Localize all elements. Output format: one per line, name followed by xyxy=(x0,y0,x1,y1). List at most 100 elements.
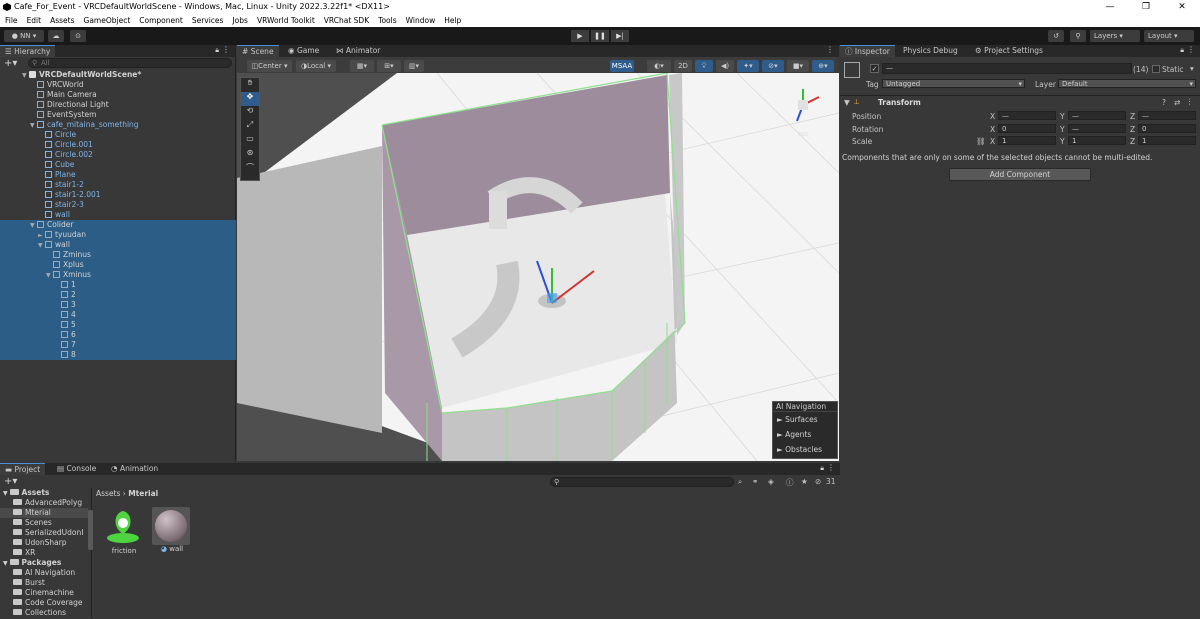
close-button[interactable]: ✕ xyxy=(1164,0,1200,14)
tab-project-settings[interactable]: ⚙ Project Settings xyxy=(970,45,1048,57)
hierarchy-row[interactable]: ▼ Xminus xyxy=(0,270,236,280)
static-dropdown-icon[interactable]: ▾ xyxy=(1190,64,1194,73)
hierarchy-row[interactable]: Xplus xyxy=(0,260,236,270)
search-by-type-icon[interactable]: ⌕ xyxy=(738,477,742,487)
menu-vrworld-toolkit[interactable]: VRWorld Toolkit xyxy=(257,14,315,27)
menu-tools[interactable]: Tools xyxy=(378,14,396,27)
hierarchy-search-input[interactable]: ⚲ All xyxy=(28,58,232,68)
project-tree-item[interactable]: SerializedUdonI xyxy=(0,528,88,538)
create-asset-button[interactable]: +▾ xyxy=(4,476,17,487)
hierarchy-row[interactable]: ▼ VRCDefaultWorldScene* xyxy=(0,70,236,80)
camera-settings-icon[interactable]: ■▾ xyxy=(787,60,809,72)
collab-icon[interactable]: ⊙ xyxy=(70,30,86,42)
project-tree-item[interactable]: ▼ Assets xyxy=(0,488,88,498)
add-object-button[interactable]: +▾ xyxy=(4,58,17,69)
hierarchy-row[interactable]: 4 xyxy=(0,310,236,320)
menu-gameobject[interactable]: GameObject xyxy=(84,14,131,27)
scale-tool-icon[interactable]: ⤢ xyxy=(241,120,259,134)
account-dropdown[interactable]: ● NN ▾ xyxy=(4,30,44,42)
ai-nav-surfaces[interactable]: ► Surfaces xyxy=(773,412,837,427)
active-checkbox[interactable]: ✓ xyxy=(870,64,879,73)
hand-tool-icon[interactable]: ✋︎ xyxy=(241,78,259,92)
foldout-arrow-icon[interactable]: ▼ xyxy=(3,560,10,567)
static-checkbox[interactable] xyxy=(1152,65,1160,73)
project-tree-item[interactable]: UdonSharp xyxy=(0,538,88,548)
menu-edit[interactable]: Edit xyxy=(27,14,42,27)
hierarchy-row[interactable]: Directional Light xyxy=(0,100,236,110)
object-name-field[interactable]: — xyxy=(882,63,1132,74)
audio-toggle-icon[interactable]: ◀) xyxy=(716,60,734,72)
gizmos-toggle-icon[interactable]: ⊕▾ xyxy=(812,60,834,72)
tab-project[interactable]: ▬ Project xyxy=(0,463,46,475)
increment-snap-button[interactable]: ⊞▾ xyxy=(377,60,401,72)
hierarchy-row[interactable]: Plane xyxy=(0,170,236,180)
tag-dropdown[interactable]: Untagged ▾ xyxy=(882,79,1025,88)
hierarchy-row[interactable]: 3 xyxy=(0,300,236,310)
hierarchy-row[interactable]: EventSystem xyxy=(0,110,236,120)
warning-filter-icon[interactable]: ⓘ xyxy=(786,477,794,488)
menu-assets[interactable]: Assets xyxy=(50,14,74,27)
hierarchy-row[interactable]: ► tyuudan xyxy=(0,230,236,240)
lock-icon[interactable]: 🔒︎ xyxy=(215,46,219,55)
snap-settings-button[interactable]: ▥▾ xyxy=(404,60,424,72)
foldout-arrow-icon[interactable]: ▼ xyxy=(844,98,850,107)
hierarchy-row[interactable]: ▼ cafe_mitaina_something xyxy=(0,120,236,130)
hierarchy-row[interactable]: 6 xyxy=(0,330,236,340)
hidden-count-icon[interactable]: ⊘ xyxy=(815,477,821,486)
project-tree-item[interactable]: Code Coverage xyxy=(0,598,88,608)
lighting-toggle-icon[interactable]: 💡︎ xyxy=(695,60,713,72)
play-button[interactable]: ▶ xyxy=(571,30,589,42)
hierarchy-row[interactable]: stair1-2.001 xyxy=(0,190,236,200)
position-z-field[interactable]: — xyxy=(1138,111,1196,120)
rotation-x-field[interactable]: 0 xyxy=(998,124,1056,133)
hierarchy-row[interactable]: stair1-2 xyxy=(0,180,236,190)
hierarchy-row[interactable]: ▼ Colider xyxy=(0,220,236,230)
kebab-menu-icon[interactable]: ⋮ xyxy=(827,463,835,472)
hierarchy-row[interactable]: VRCWorld xyxy=(0,80,236,90)
hierarchy-row[interactable]: Main Camera xyxy=(0,90,236,100)
hierarchy-row[interactable]: ▼ wall xyxy=(0,240,236,250)
project-tree-item[interactable]: Cinemachine xyxy=(0,588,88,598)
hierarchy-row[interactable]: 5 xyxy=(0,320,236,330)
menu-window[interactable]: Window xyxy=(406,14,436,27)
minimize-button[interactable]: — xyxy=(1092,0,1128,14)
visibility-toggle-icon[interactable]: ⊘▾ xyxy=(762,60,784,72)
menu-vrchat-sdk[interactable]: VRChat SDK xyxy=(324,14,369,27)
hierarchy-row[interactable]: 7 xyxy=(0,340,236,350)
hierarchy-row[interactable]: Zminus xyxy=(0,250,236,260)
draw-mode-button[interactable]: ◐▾ xyxy=(647,60,671,72)
layout-dropdown[interactable]: Layout ▾ xyxy=(1144,30,1194,42)
position-x-field[interactable]: — xyxy=(998,111,1056,120)
asset-friction[interactable]: friction xyxy=(104,507,144,557)
kebab-menu-icon[interactable]: ⋮ xyxy=(826,45,834,54)
transform-header[interactable]: ▼ ⟂ Transform ? ⇄ ⋮ xyxy=(840,95,1200,107)
favorite-star-icon[interactable]: ★ xyxy=(801,477,808,486)
rect-tool-icon[interactable]: ▭ xyxy=(241,134,259,148)
project-tree-item[interactable]: ▼ Packages xyxy=(0,558,88,568)
step-button[interactable]: ▶| xyxy=(611,30,629,42)
add-component-button[interactable]: Add Component xyxy=(949,168,1091,181)
pause-button[interactable]: ❚❚ xyxy=(591,30,609,42)
rotation-z-field[interactable]: 0 xyxy=(1138,124,1196,133)
project-tree-item[interactable]: Scenes xyxy=(0,518,88,528)
kebab-menu-icon[interactable]: ⋮ xyxy=(1187,45,1195,54)
scale-x-field[interactable]: 1 xyxy=(998,136,1056,145)
project-tree-item[interactable]: Burst xyxy=(0,578,88,588)
position-y-field[interactable]: — xyxy=(1068,111,1126,120)
ai-nav-agents[interactable]: ► Agents xyxy=(773,427,837,442)
transform-tool-icon[interactable]: ⊛ xyxy=(241,148,259,162)
tab-animator[interactable]: ⋈ Animator xyxy=(331,45,385,57)
cloud-icon[interactable]: ☁ xyxy=(48,30,64,42)
preset-icon[interactable]: ⇄ xyxy=(1174,98,1180,107)
scale-z-field[interactable]: 1 xyxy=(1138,136,1196,145)
menu-jobs[interactable]: Jobs xyxy=(232,14,247,27)
tab-scene[interactable]: # Scene xyxy=(237,45,279,57)
hierarchy-row[interactable]: 2 xyxy=(0,290,236,300)
tab-inspector[interactable]: ⓘ Inspector xyxy=(840,45,895,57)
project-tree-item[interactable]: AI Navigation xyxy=(0,568,88,578)
hierarchy-row[interactable]: Circle.002 xyxy=(0,150,236,160)
asset-wall[interactable]: ◕ wall xyxy=(152,507,192,557)
kebab-menu-icon[interactable]: ⋮ xyxy=(222,45,230,54)
custom-tool-icon[interactable]: ⌒ xyxy=(241,162,259,176)
project-tree-item[interactable]: AdvancedPolyg xyxy=(0,498,88,508)
